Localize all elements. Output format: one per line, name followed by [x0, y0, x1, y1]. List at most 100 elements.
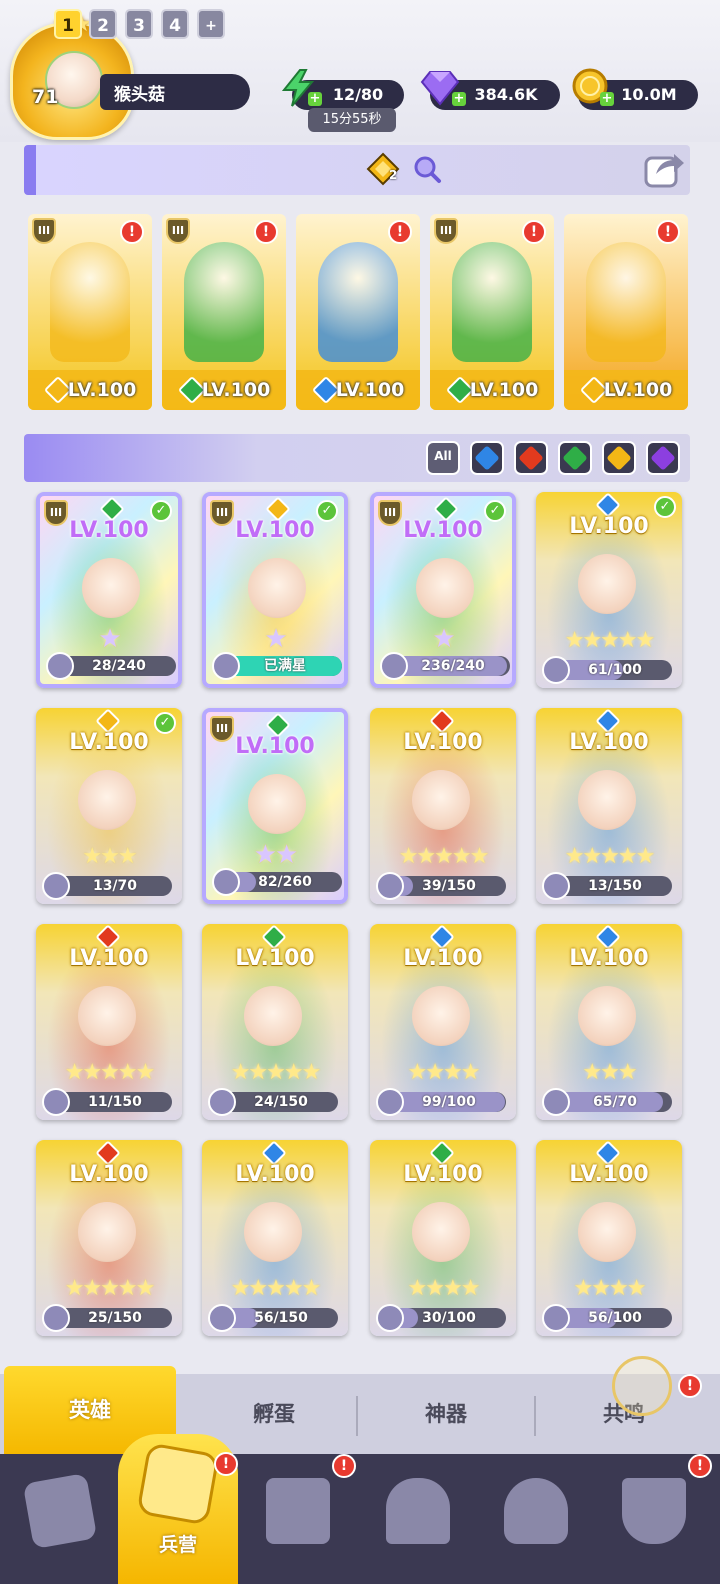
fragment-count: 11/150: [88, 1094, 142, 1110]
hero-face: [248, 774, 306, 834]
fragment-count: 82/260: [258, 874, 312, 890]
hero-face: [578, 1202, 636, 1262]
fragment-progress-bar: 25/150: [42, 1304, 172, 1332]
rank-badge-icon: III: [32, 218, 56, 244]
team-tab-2[interactable]: 2: [89, 9, 117, 39]
share-icon[interactable]: [642, 148, 686, 190]
hero-alert-badge: !: [522, 220, 546, 244]
fragment-count: 已满星: [264, 658, 306, 674]
fragment-count: 25/150: [88, 1310, 142, 1326]
fragment-count: 61/100: [588, 662, 642, 678]
hero-level: LV.100: [403, 730, 483, 755]
fragment-count: 13/70: [92, 878, 138, 894]
filter-nature-icon[interactable]: [558, 441, 592, 475]
hero-face: [578, 986, 636, 1046]
player-name: 猴头菇: [114, 85, 165, 105]
hero-stars: ★★★★: [407, 1276, 481, 1301]
add-gold-icon[interactable]: +: [600, 92, 614, 106]
team-tab-4[interactable]: 4: [161, 9, 189, 39]
team-tab-1[interactable]: 1: [54, 9, 82, 39]
fragment-progress-bar: 13/70: [42, 872, 172, 900]
hero-card[interactable]: ✓ LV.100 ★★★★★ 61/100: [536, 492, 682, 688]
map-alert-badge: !: [332, 1454, 356, 1478]
filter-dark-icon[interactable]: [646, 441, 680, 475]
team-hero-card[interactable]: ! LV.100: [564, 214, 688, 410]
nav-map[interactable]: [258, 1470, 338, 1560]
hero-card[interactable]: LV.100 ★★★★★ 11/150: [36, 924, 182, 1120]
hero-card[interactable]: LV.100 ★★★★ 30/100: [370, 1140, 516, 1336]
team-tab-3[interactable]: 3: [125, 9, 153, 39]
hero-face: [248, 558, 306, 618]
filter-water-icon[interactable]: [470, 441, 504, 475]
team-hero-card[interactable]: III! LV.100: [430, 214, 554, 410]
filter-light-icon[interactable]: [602, 441, 636, 475]
fragment-count: 99/100: [422, 1094, 476, 1110]
fragment-progress-bar: 56/150: [208, 1304, 338, 1332]
add-energy-icon[interactable]: +: [308, 92, 322, 106]
hero-stars: ★★★★★: [564, 628, 656, 653]
hero-stars: ★★★★: [407, 1060, 481, 1085]
bottom-nav: [0, 1454, 720, 1584]
hero-level: LV.100: [235, 1162, 315, 1187]
hero-card[interactable]: LV.100 ★★★★★ 25/150: [36, 1140, 182, 1336]
hero-card[interactable]: LV.100 ★★★★★ 56/150: [202, 1140, 348, 1336]
filter-all-icon[interactable]: All: [426, 441, 460, 475]
hero-face: [412, 1202, 470, 1262]
fragment-progress-bar: 99/100: [376, 1088, 506, 1116]
fragment-progress-bar: 24/150: [208, 1088, 338, 1116]
nav-castle[interactable]: [378, 1470, 458, 1560]
hero-card[interactable]: III ✓ LV.100 ★ 236/240: [370, 492, 516, 688]
team-hero-card[interactable]: ! LV.100: [296, 214, 420, 410]
castle-icon: [386, 1478, 450, 1544]
fragment-progress-bar: 82/260: [212, 868, 342, 896]
team-hero-card[interactable]: III! LV.100: [28, 214, 152, 410]
nav-guild[interactable]: [614, 1470, 694, 1560]
hero-card[interactable]: LV.100 ★★★★ 56/100: [536, 1140, 682, 1336]
hero-alert-badge: !: [120, 220, 144, 244]
fragment-count: 30/100: [422, 1310, 476, 1326]
hero-card[interactable]: LV.100 ★★★★ 99/100: [370, 924, 516, 1120]
fragment-progress-bar: 30/100: [376, 1304, 506, 1332]
hero-card[interactable]: LV.100 ★★★★★ 39/150: [370, 708, 516, 904]
hero-level: LV.100: [69, 946, 149, 971]
hero-level: LV.100: [235, 946, 315, 971]
cards-icon: [22, 1472, 98, 1550]
mushroom-icon: [504, 1478, 568, 1544]
energy-value: 12/80: [332, 85, 384, 104]
hero-card[interactable]: III ✓ LV.100 ★ 已满星: [202, 492, 348, 688]
hero-portrait: [318, 242, 398, 362]
fragment-progress-bar: 11/150: [42, 1088, 172, 1116]
search-icon[interactable]: [412, 154, 442, 184]
hero-stars: ★★★★: [573, 1276, 647, 1301]
nav-mushroom[interactable]: [496, 1470, 576, 1560]
hero-alert-badge: !: [656, 220, 680, 244]
hero-alert-badge: !: [254, 220, 278, 244]
guild-icon: [622, 1478, 686, 1544]
hero-face: [578, 770, 636, 830]
hero-card[interactable]: LV.100 ★★★ 65/70: [536, 924, 682, 1120]
tab-artifacts[interactable]: 神器: [356, 1374, 536, 1454]
add-team-tab[interactable]: +: [197, 9, 225, 39]
hero-card[interactable]: LV.100 ★★★★★ 24/150: [202, 924, 348, 1120]
hero-stars: ★★: [253, 840, 299, 870]
add-gems-icon[interactable]: +: [452, 92, 466, 106]
rank-badge-icon: III: [166, 218, 190, 244]
fragment-progress-bar: 已满星: [212, 652, 342, 680]
hero-stars: ★: [432, 624, 455, 654]
hero-level: LV.100: [403, 946, 483, 971]
resonance-alert-badge: !: [678, 1374, 702, 1398]
hero-card[interactable]: III LV.100 ★★ 82/260: [202, 708, 348, 904]
hero-card[interactable]: ✓ LV.100 ★★★ 13/70: [36, 708, 182, 904]
guild-alert-badge: !: [688, 1454, 712, 1478]
filter-fire-icon[interactable]: [514, 441, 548, 475]
hero-card[interactable]: III ✓ LV.100 ★ 28/240: [36, 492, 182, 688]
hero-level: LV.100: [569, 514, 649, 539]
team-hero-card[interactable]: III! LV.100: [162, 214, 286, 410]
fragment-count: 56/100: [588, 1310, 642, 1326]
dark-element-icon: [650, 445, 676, 471]
nav-cards[interactable]: [20, 1470, 100, 1560]
hero-alert-badge: !: [388, 220, 412, 244]
hero-level: LV.100: [235, 734, 315, 759]
hero-card[interactable]: LV.100 ★★★★★ 13/150: [536, 708, 682, 904]
barracks-icon: [136, 1442, 220, 1526]
